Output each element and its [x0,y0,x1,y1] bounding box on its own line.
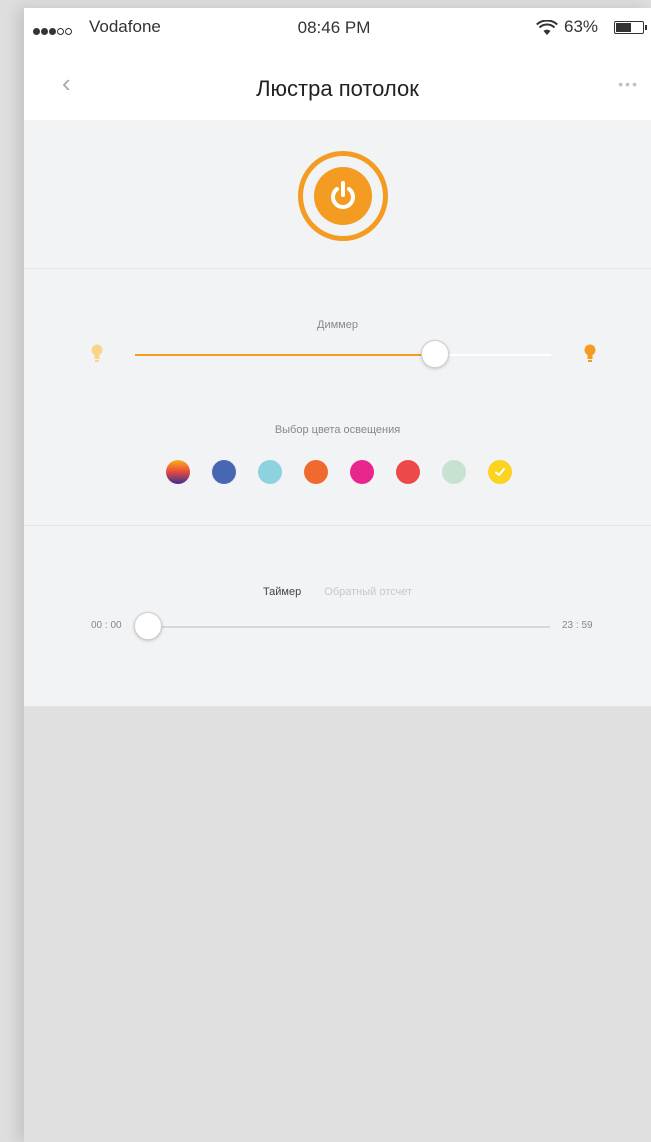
power-icon [331,181,355,209]
color-swatch-blue[interactable] [212,460,236,484]
nav-bar: ‹ Люстра потолок ••• [24,48,651,120]
bulb-bright-icon [584,344,596,369]
signal-dot [49,28,56,36]
timer-slider[interactable] [148,626,550,628]
tab-timer[interactable]: Таймер [263,586,301,598]
status-bar: Vodafone 08:46 PM 63% [24,8,651,48]
more-dots-icon[interactable]: ••• [618,76,639,92]
color-swatch-pink[interactable] [350,460,374,484]
bulb-dim-icon [91,344,103,369]
color-swatch-yellow[interactable] [488,460,512,484]
carrier-name: Vodafone [89,17,161,36]
dimmer-slider[interactable] [135,340,551,368]
dimmer-slider-thumb[interactable] [421,340,449,368]
timer-section: Таймер Обратный отсчет 00 : 00 23 : 59 [24,526,651,707]
phone-screen: Vodafone 08:46 PM 63% ‹ Люстра потолок •… [24,8,651,1142]
tab-countdown[interactable]: Обратный отсчет [324,586,412,598]
status-time: 08:46 PM [297,18,371,37]
battery-icon [614,21,647,34]
timer-tabs: Таймер Обратный отсчет [24,586,651,598]
color-swatch-orange[interactable] [304,460,328,484]
signal-dot [33,28,40,36]
power-section [24,120,651,269]
signal-dot [41,28,48,36]
page-title: Люстра потолок [256,76,419,101]
signal-dot [57,28,64,36]
check-icon [495,468,505,476]
power-button[interactable] [298,151,388,241]
signal-strength-icon [33,21,73,41]
color-swatch-mint[interactable] [442,460,466,484]
dimmer-slider-fill [135,354,435,356]
timer-end-label: 23 : 59 [562,620,593,631]
signal-dot [65,28,72,36]
dimmer-section: Диммер Выбор цвета освещения [24,269,651,526]
dimmer-label: Диммер [317,319,358,331]
color-picker-label: Выбор цвета освещения [274,424,401,436]
color-swatch-light-blue[interactable] [258,460,282,484]
color-swatch-gradient[interactable] [166,460,190,484]
wifi-icon [536,19,558,41]
timer-slider-thumb[interactable] [134,612,162,640]
color-swatch-red[interactable] [396,460,420,484]
timer-start-label: 00 : 00 [91,620,122,631]
battery-percent: 63% [564,17,599,36]
